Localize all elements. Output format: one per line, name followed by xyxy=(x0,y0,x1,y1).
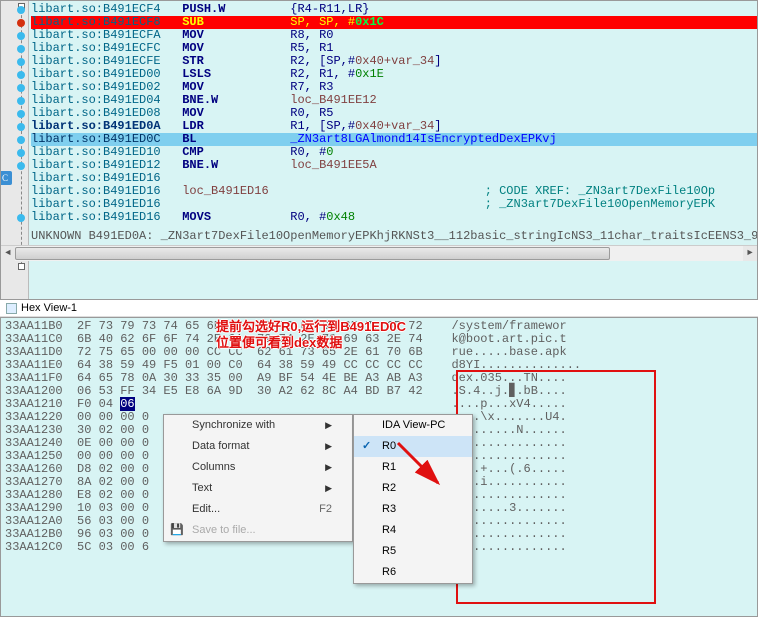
scroll-right-icon[interactable]: ► xyxy=(743,246,757,261)
sync-option-r5[interactable]: R5 xyxy=(354,541,472,562)
gutter-badge: C xyxy=(0,171,12,185)
breakpoint-dot-icon[interactable] xyxy=(17,149,25,157)
ctx-item-columns[interactable]: Columns▶ xyxy=(164,457,352,478)
disasm-content[interactable]: libart.so:B491ECF4 PUSH.W {R4-R11,LR}lib… xyxy=(1,1,757,226)
breakpoint-dot-icon[interactable] xyxy=(17,110,25,118)
sync-option-r3[interactable]: R3 xyxy=(354,499,472,520)
disasm-line[interactable]: libart.so:B491ED16 MOVS R0, #0x48 xyxy=(31,211,757,224)
sync-option-r4[interactable]: R4 xyxy=(354,520,472,541)
disasm-scrollbar-h[interactable]: ◄ ► xyxy=(1,245,757,261)
hexview-pane[interactable]: 33AA11B0 2F 73 79 73 74 65 6D 2F 66 72 6… xyxy=(0,317,758,617)
breakpoint-dot-icon[interactable] xyxy=(17,136,25,144)
breakpoint-dot-icon[interactable] xyxy=(17,19,25,27)
scroll-left-icon[interactable]: ◄ xyxy=(1,246,15,261)
disasm-unknown-line: UNKNOWN B491ED0A: _ZN3art7DexFile10OpenM… xyxy=(31,230,757,243)
hexview-icon xyxy=(6,303,17,314)
ctx-item-save-to-file-: 💾Save to file... xyxy=(164,520,352,541)
submenu-arrow-icon: ▶ xyxy=(325,482,332,495)
breakpoint-dot-icon[interactable] xyxy=(17,32,25,40)
ctx-item-edit-[interactable]: Edit...F2 xyxy=(164,499,352,520)
hexview-title-bar[interactable]: Hex View-1 xyxy=(0,300,758,317)
sync-option-r0[interactable]: ✓R0 xyxy=(354,436,472,457)
ctx-item-data-format[interactable]: Data format▶ xyxy=(164,436,352,457)
submenu-arrow-icon: ▶ xyxy=(325,419,332,432)
sync-option-r6[interactable]: R6 xyxy=(354,562,472,583)
ctx-item-text[interactable]: Text▶ xyxy=(164,478,352,499)
scroll-thumb[interactable] xyxy=(15,247,610,260)
check-icon: ✓ xyxy=(362,440,371,453)
save-icon: 💾 xyxy=(170,524,184,537)
breakpoint-dot-icon[interactable] xyxy=(17,58,25,66)
breakpoint-dot-icon[interactable] xyxy=(17,97,25,105)
ctx-item-synchronize-with[interactable]: Synchronize with▶ xyxy=(164,415,352,436)
breakpoint-dot-icon[interactable] xyxy=(17,123,25,131)
hexview-title: Hex View-1 xyxy=(21,302,77,314)
breakpoint-dot-icon[interactable] xyxy=(17,214,25,222)
disassembly-pane[interactable]: C libart.so:B491ECF4 PUSH.W {R4-R11,LR}l… xyxy=(0,0,758,300)
sync-submenu[interactable]: IDA View-PC✓R0R1R2R3R4R5R6 xyxy=(353,414,473,584)
breakpoint-dot-icon[interactable] xyxy=(17,84,25,92)
breakpoint-dot-icon[interactable] xyxy=(17,71,25,79)
sync-option-ida-view-pc[interactable]: IDA View-PC xyxy=(354,415,472,436)
sync-option-r1[interactable]: R1 xyxy=(354,457,472,478)
submenu-arrow-icon: ▶ xyxy=(325,440,332,453)
breakpoint-dot-icon[interactable] xyxy=(17,162,25,170)
sync-option-r2[interactable]: R2 xyxy=(354,478,472,499)
breakpoint-dot-icon[interactable] xyxy=(17,45,25,53)
breakpoint-dot-icon[interactable] xyxy=(17,6,25,14)
submenu-arrow-icon: ▶ xyxy=(325,461,332,474)
context-menu[interactable]: Synchronize with▶Data format▶Columns▶Tex… xyxy=(163,414,353,542)
